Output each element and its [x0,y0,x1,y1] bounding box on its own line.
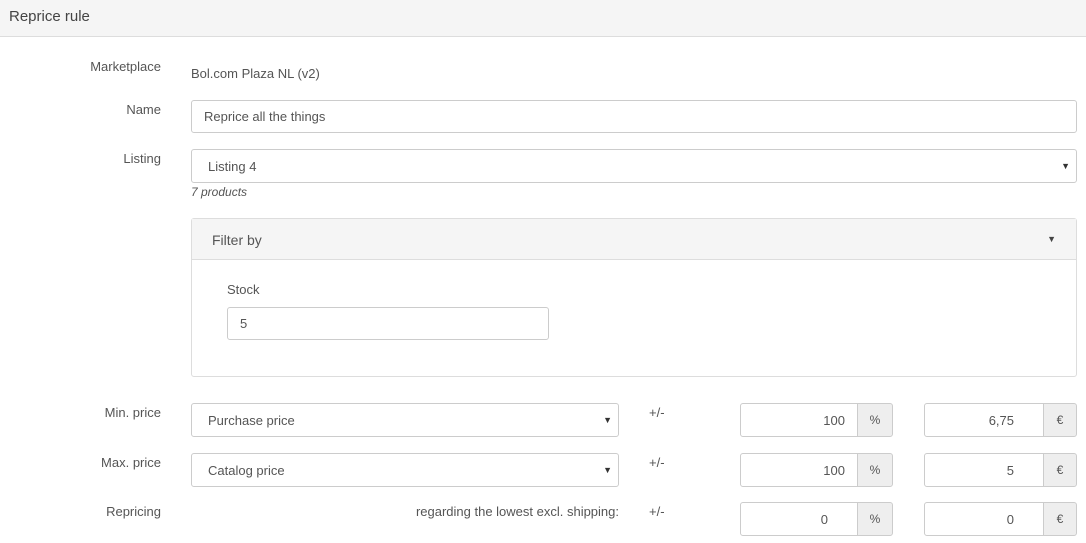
min-price-base-select[interactable]: Purchase price ▼ [191,403,619,437]
stock-input[interactable] [227,307,549,340]
caret-down-icon: ▼ [1047,234,1056,244]
repricing-currency-addon: € [1043,502,1077,536]
products-count-note: 7 products [191,185,248,199]
caret-down-icon: ▼ [1061,161,1070,171]
listing-label: Listing [123,151,161,166]
repricing-percent-addon: % [857,502,893,536]
caret-down-icon: ▼ [603,465,612,475]
page-title: Reprice rule [9,8,90,25]
min-price-label: Min. price [104,405,161,420]
max-price-base-select[interactable]: Catalog price ▼ [191,453,619,487]
stock-label: Stock [227,282,260,297]
repricing-plusminus: +/- [649,504,665,519]
listing-select-value: Listing 4 [208,158,257,174]
repricing-amount-input[interactable] [924,502,1044,536]
min-price-percent-input[interactable] [740,403,858,437]
repricing-regarding-text: regarding the lowest excl. shipping: [415,504,619,519]
name-label: Name [126,102,161,117]
min-price-amount-input[interactable] [924,403,1044,437]
min-price-base-value: Purchase price [208,412,295,428]
max-price-percent-addon: % [857,453,893,487]
min-price-percent-addon: % [857,403,893,437]
min-price-currency-addon: € [1043,403,1077,437]
max-price-plusminus: +/- [649,455,665,470]
filter-panel: Filter by ▼ Stock [191,218,1077,377]
max-price-amount-input[interactable] [924,453,1044,487]
max-price-base-value: Catalog price [208,462,285,478]
max-price-currency-addon: € [1043,453,1077,487]
repricing-percent-input[interactable] [740,502,858,536]
filter-title: Filter by [212,232,262,248]
filter-panel-toggle[interactable]: Filter by ▼ [192,219,1076,260]
caret-down-icon: ▼ [603,415,612,425]
listing-select[interactable]: Listing 4 ▼ [191,149,1077,183]
max-price-label: Max. price [101,455,161,470]
min-price-plusminus: +/- [649,405,665,420]
marketplace-value: Bol.com Plaza NL (v2) [191,66,320,81]
repricing-label: Repricing [106,504,161,519]
name-input[interactable] [191,100,1077,133]
marketplace-label: Marketplace [90,59,161,74]
max-price-percent-input[interactable] [740,453,858,487]
panel-header: Reprice rule [0,0,1086,37]
